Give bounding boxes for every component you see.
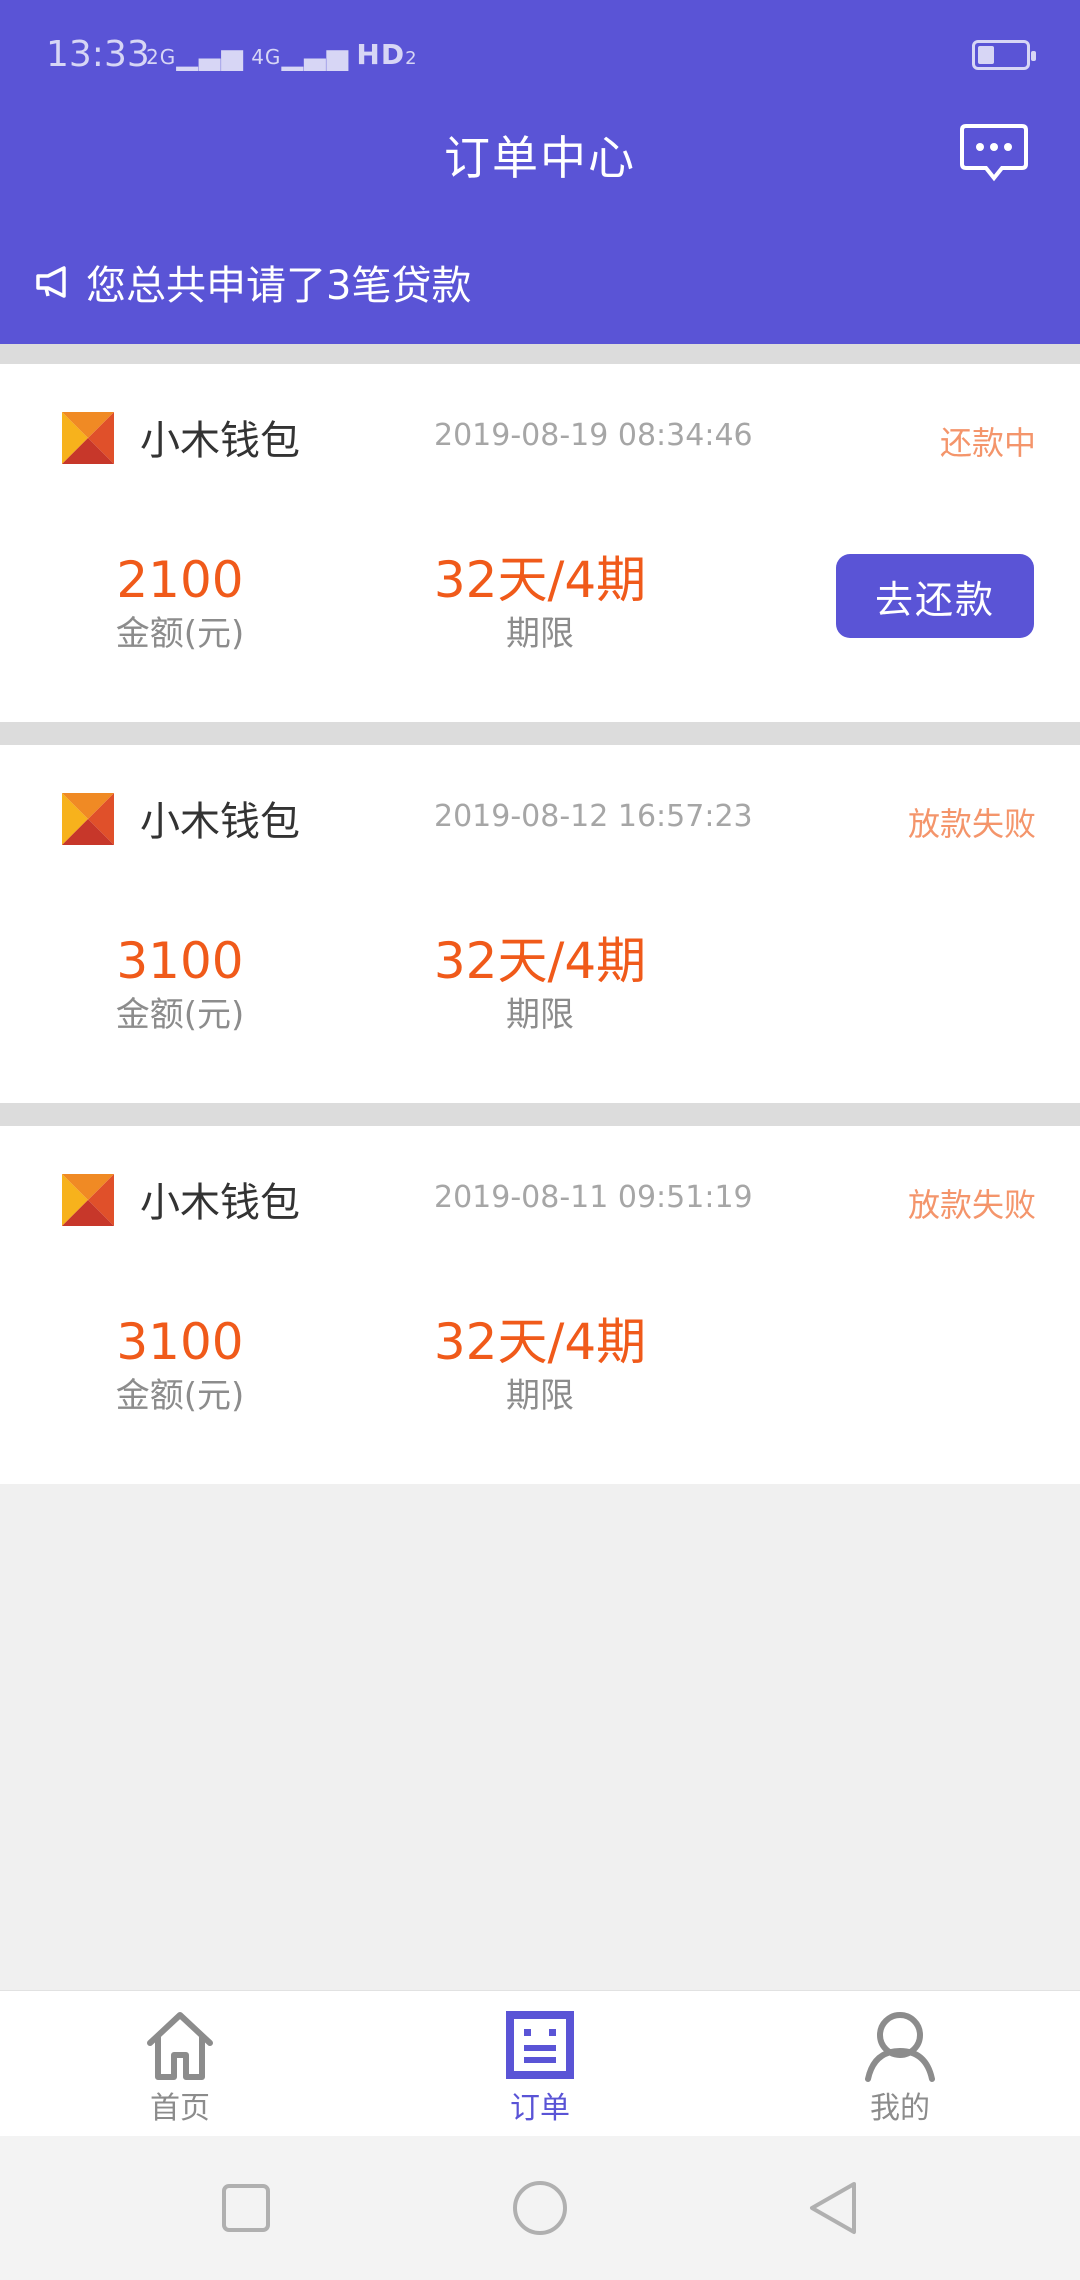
amount-value: 3100 (116, 1313, 244, 1371)
order-date: 2019-08-19 08:34:46 (434, 418, 753, 453)
amount-caption: 金额(元) (115, 614, 245, 654)
status-time: 13:33 (46, 34, 150, 75)
signal-bars-icon: ▁▃▅ (176, 38, 244, 71)
repay-button[interactable]: 去还款 (836, 554, 1034, 638)
hd-index-label: 2 (405, 48, 418, 69)
system-nav-bar (0, 2136, 1080, 2280)
app-header: 13:33 2G▁▃▅ 4G▁▃▅ HD2 订单中心 您总共申请了3笔贷款 (0, 0, 1080, 344)
battery-level (978, 46, 994, 64)
product-name: 小木钱包 (140, 418, 300, 464)
amount-value: 2100 (116, 551, 244, 609)
product-name: 小木钱包 (140, 1180, 300, 1226)
battery-icon (972, 40, 1036, 70)
term-block: 32天/4期 期限 (400, 931, 680, 1039)
section-divider (0, 722, 1080, 745)
order-status: 还款中 (939, 424, 1036, 462)
loan-notice: 您总共申请了3笔贷款 (34, 252, 471, 312)
amount-block: 2100 金额(元) (80, 550, 280, 658)
term-block: 32天/4期 期限 (400, 1312, 680, 1420)
message-button[interactable] (960, 122, 1028, 184)
order-status: 放款失败 (907, 805, 1036, 843)
wallet-logo-icon (62, 793, 114, 845)
amount-caption: 金额(元) (115, 995, 245, 1035)
home-icon (147, 2012, 213, 2080)
order-status: 放款失败 (907, 1186, 1036, 1224)
tab-mine-label: 我的 (870, 2091, 930, 2126)
amount-value: 3100 (116, 932, 244, 990)
order-card[interactable]: 小木钱包 2019-08-11 09:51:19 放款失败 3100 金额(元)… (0, 1126, 1080, 1484)
tab-orders-label: 订单 (510, 2091, 570, 2126)
term-value: 32天/4期 (433, 932, 647, 990)
back-icon[interactable] (804, 2178, 864, 2238)
tab-home[interactable]: 首页 (80, 1991, 280, 2137)
order-date: 2019-08-12 16:57:23 (434, 799, 753, 834)
signal-indicator: 2G▁▃▅ 4G▁▃▅ HD2 (146, 38, 418, 71)
term-block: 32天/4期 期限 (400, 550, 680, 658)
wallet-logo-icon (62, 412, 114, 464)
order-icon (506, 2011, 574, 2079)
page-title: 订单中心 (444, 131, 636, 185)
order-card[interactable]: 小木钱包 2019-08-12 16:57:23 放款失败 3100 金额(元)… (0, 745, 1080, 1103)
section-divider (0, 1103, 1080, 1126)
order-card[interactable]: 小木钱包 2019-08-19 08:34:46 还款中 2100 金额(元) … (0, 364, 1080, 722)
amount-block: 3100 金额(元) (80, 931, 280, 1039)
amount-caption: 金额(元) (115, 1376, 245, 1416)
tab-orders[interactable]: 订单 (440, 1991, 640, 2137)
tab-home-label: 首页 (150, 2091, 210, 2126)
term-caption: 期限 (506, 995, 574, 1035)
status-bar: 13:33 2G▁▃▅ 4G▁▃▅ HD2 (0, 0, 1080, 110)
signal-2g-label: 2G (146, 45, 177, 69)
notice-text: 您总共申请了3笔贷款 (86, 263, 472, 309)
bottom-tab-bar: 首页 订单 我的 (0, 1990, 1080, 2136)
signal-bars-icon: ▁▃▅ (281, 38, 350, 71)
amount-block: 3100 金额(元) (80, 1312, 280, 1420)
megaphone-icon (36, 266, 66, 298)
signal-4g-label: 4G (251, 45, 282, 69)
message-icon (960, 124, 1028, 182)
term-value: 32天/4期 (433, 1313, 647, 1371)
hd-label: HD (356, 38, 406, 71)
home-nav-icon[interactable] (510, 2178, 570, 2238)
wallet-logo-icon (62, 1174, 114, 1226)
order-date: 2019-08-11 09:51:19 (434, 1180, 753, 1215)
user-icon (865, 2012, 935, 2082)
tab-mine[interactable]: 我的 (800, 1991, 1000, 2137)
term-caption: 期限 (506, 614, 574, 654)
product-name: 小木钱包 (140, 799, 300, 845)
term-value: 32天/4期 (433, 551, 647, 609)
recents-icon[interactable] (216, 2178, 276, 2238)
section-divider (0, 344, 1080, 364)
term-caption: 期限 (506, 1376, 574, 1416)
